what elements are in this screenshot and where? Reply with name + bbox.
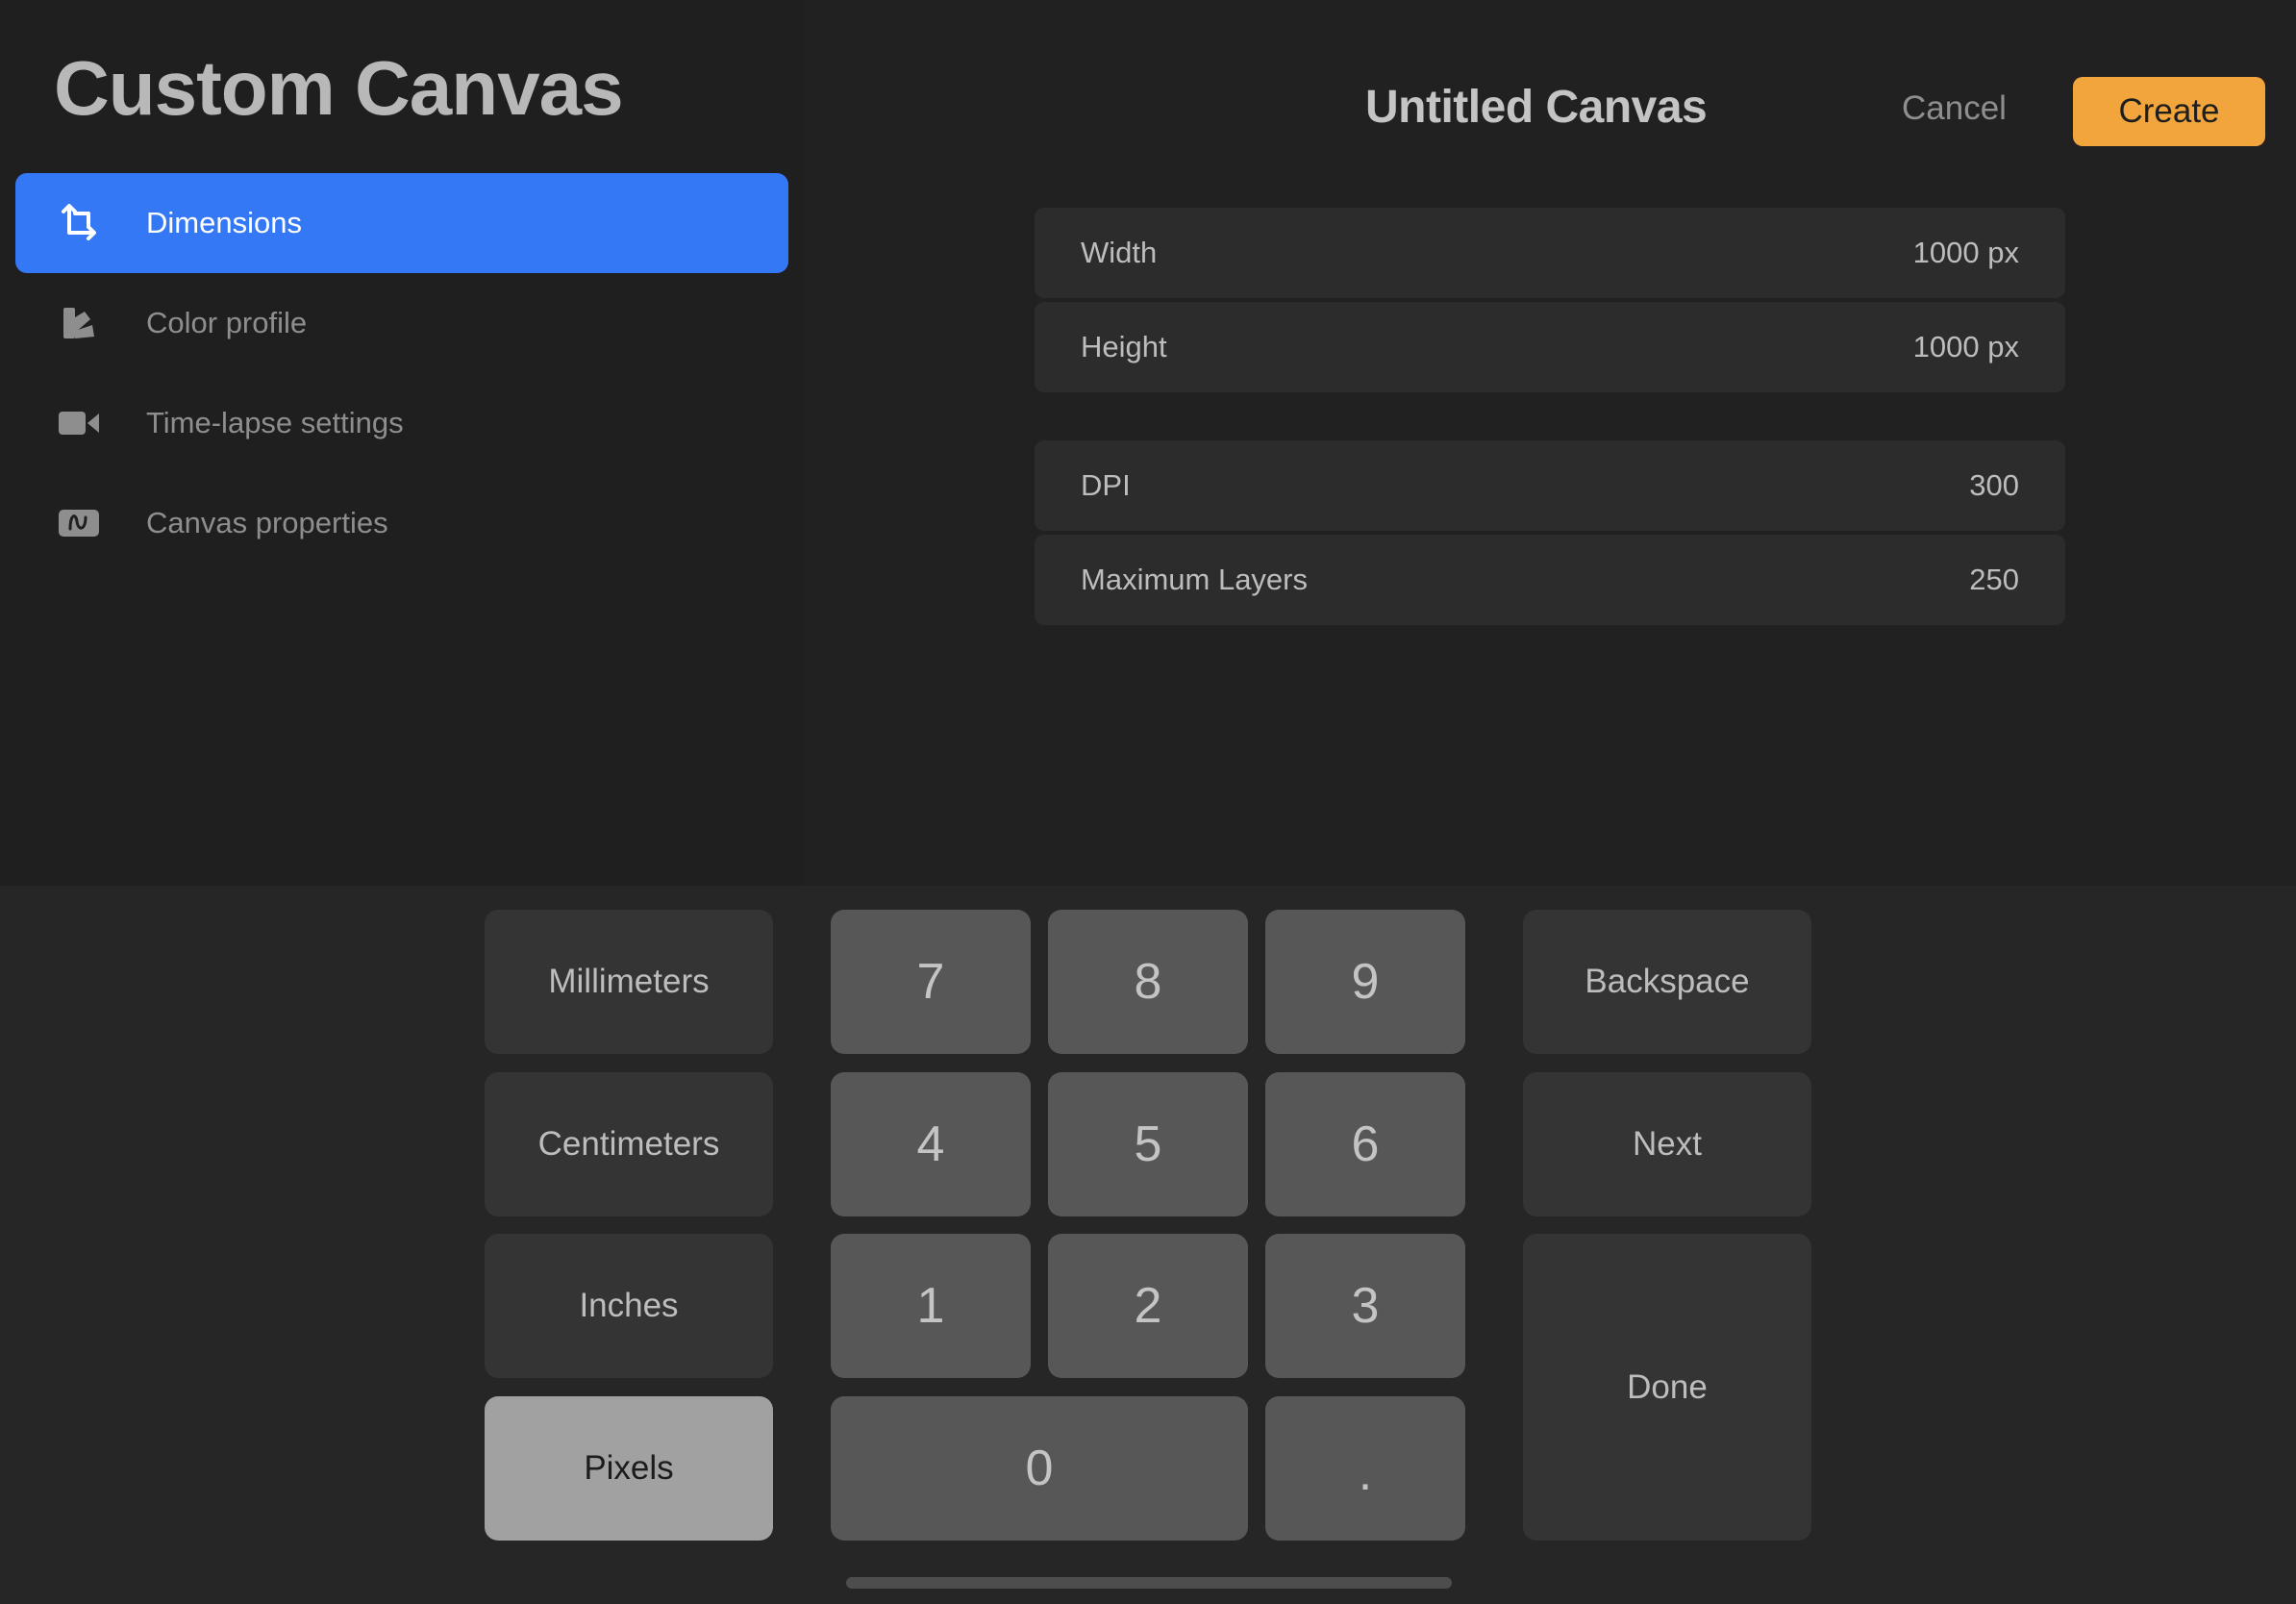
backspace-button[interactable]: Backspace xyxy=(1523,910,1811,1054)
unit-inches-button[interactable]: Inches xyxy=(485,1234,773,1378)
maximum-layers-field[interactable]: Maximum Layers 250 xyxy=(1035,535,2065,625)
sidebar-item-label: Color profile xyxy=(146,306,308,339)
cancel-button[interactable]: Cancel xyxy=(1902,91,2007,125)
key-decimal-point[interactable]: . xyxy=(1265,1396,1465,1541)
key-9[interactable]: 9 xyxy=(1265,910,1465,1054)
video-camera-icon xyxy=(56,400,102,446)
key-1[interactable]: 1 xyxy=(831,1234,1031,1378)
field-value: 1000 px xyxy=(1912,236,2019,269)
field-label: Width xyxy=(1081,236,1158,269)
sidebar-item-label: Canvas properties xyxy=(146,506,388,539)
key-0[interactable]: 0 xyxy=(831,1396,1248,1541)
width-field[interactable]: Width 1000 px xyxy=(1035,208,2065,298)
sidebar-item-canvas-properties[interactable]: Canvas properties xyxy=(15,473,788,573)
create-button[interactable]: Create xyxy=(2073,77,2265,146)
crop-icon xyxy=(56,200,102,246)
field-label: Maximum Layers xyxy=(1081,563,1308,596)
page-title: Custom Canvas xyxy=(54,45,624,131)
sidebar-item-time-lapse-settings[interactable]: Time-lapse settings xyxy=(15,373,788,473)
unit-millimeters-button[interactable]: Millimeters xyxy=(485,910,773,1054)
key-5[interactable]: 5 xyxy=(1048,1072,1248,1216)
color-swatch-icon xyxy=(56,300,102,346)
sidebar-item-dimensions[interactable]: Dimensions xyxy=(15,173,788,273)
sidebar-item-label: Time-lapse settings xyxy=(146,406,404,439)
home-indicator[interactable] xyxy=(846,1577,1452,1589)
key-7[interactable]: 7 xyxy=(831,910,1031,1054)
height-field[interactable]: Height 1000 px xyxy=(1035,302,2065,392)
sidebar: Custom Canvas Dimensions Color profile T… xyxy=(0,0,804,886)
done-button[interactable]: Done xyxy=(1523,1234,1811,1541)
dpi-field[interactable]: DPI 300 xyxy=(1035,440,2065,531)
key-8[interactable]: 8 xyxy=(1048,910,1248,1054)
canvas-title[interactable]: Untitled Canvas xyxy=(1365,85,1708,131)
key-4[interactable]: 4 xyxy=(831,1072,1031,1216)
field-label: Height xyxy=(1081,330,1167,363)
custom-canvas-screen: Custom Canvas Dimensions Color profile T… xyxy=(0,0,2296,1604)
key-3[interactable]: 3 xyxy=(1265,1234,1465,1378)
field-value: 250 xyxy=(1969,563,2019,596)
key-6[interactable]: 6 xyxy=(1265,1072,1465,1216)
field-value: 1000 px xyxy=(1912,330,2019,363)
field-value: 300 xyxy=(1969,468,2019,502)
unit-centimeters-button[interactable]: Centimeters xyxy=(485,1072,773,1216)
next-button[interactable]: Next xyxy=(1523,1072,1811,1216)
unit-pixels-button[interactable]: Pixels xyxy=(485,1396,773,1541)
sidebar-item-color-profile[interactable]: Color profile xyxy=(15,273,788,373)
field-label: DPI xyxy=(1081,468,1131,502)
key-2[interactable]: 2 xyxy=(1048,1234,1248,1378)
sidebar-item-label: Dimensions xyxy=(146,206,302,239)
waveform-icon xyxy=(56,500,102,546)
